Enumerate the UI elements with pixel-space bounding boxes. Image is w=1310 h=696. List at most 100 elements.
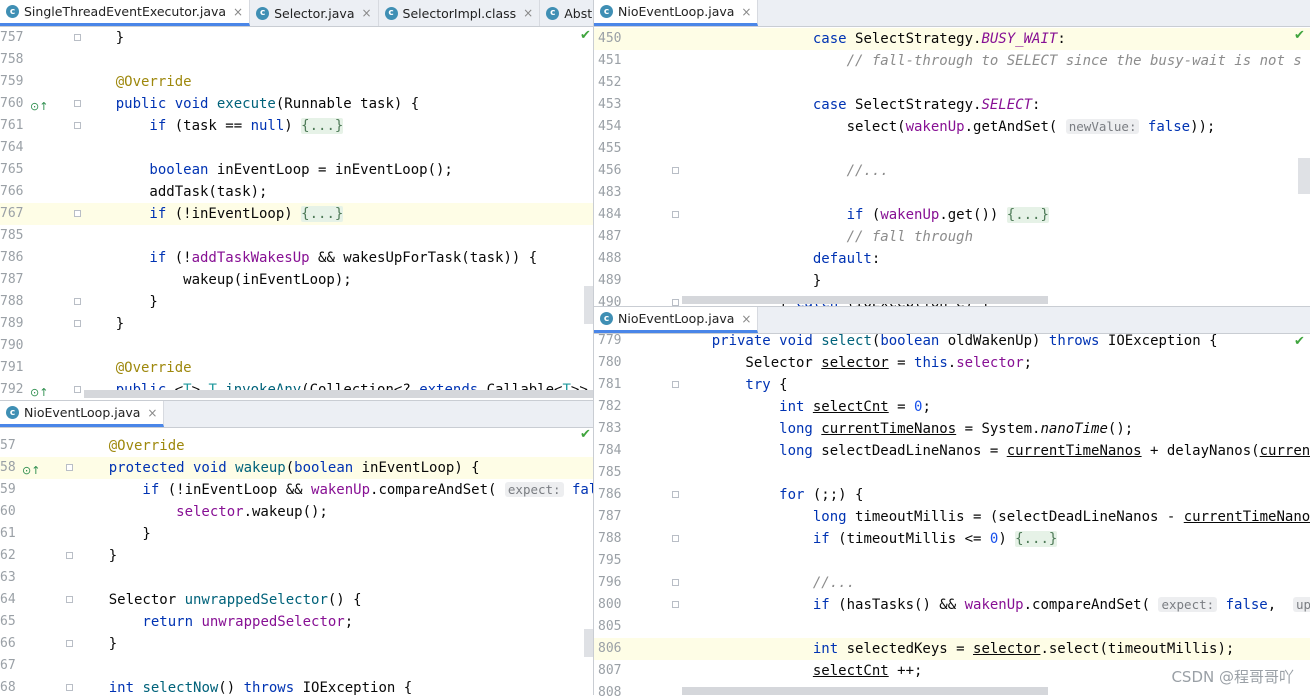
- fold-toggle-icon[interactable]: [66, 464, 73, 471]
- line-number: 765: [0, 162, 24, 177]
- override-gutter-icon[interactable]: ⊙↑: [30, 382, 48, 400]
- fold-toggle-icon[interactable]: [74, 320, 81, 327]
- fold-toggle-icon[interactable]: [74, 386, 81, 393]
- close-icon[interactable]: ×: [147, 406, 157, 420]
- code-line[interactable]: 67: [0, 655, 593, 677]
- code-line[interactable]: 766 addTask(task);: [0, 181, 593, 203]
- code-line[interactable]: 455: [594, 138, 1310, 160]
- code-line[interactable]: 454 select(wakenUp.getAndSet( newValue: …: [594, 116, 1310, 138]
- code-line[interactable]: 767 if (!inEventLoop) {...}: [0, 203, 593, 225]
- code-line[interactable]: 453 case SelectStrategy.SELECT:: [594, 94, 1310, 116]
- code-line[interactable]: 64 Selector unwrappedSelector() {: [0, 589, 593, 611]
- code-line[interactable]: 764: [0, 137, 593, 159]
- fold-toggle-icon[interactable]: [66, 640, 73, 647]
- close-icon[interactable]: ×: [233, 5, 243, 19]
- code-line[interactable]: 795: [594, 550, 1310, 572]
- code-token: unwrappedSelector: [184, 592, 328, 608]
- editor-tab[interactable]: c Abstra: [540, 0, 593, 26]
- code-line[interactable]: 68 int selectNow() throws IOException {: [0, 677, 593, 696]
- code-text: try {: [678, 374, 787, 396]
- code-line[interactable]: 60 selector.wakeup();: [0, 501, 593, 523]
- editor-tab[interactable]: c SelectorImpl.class ×: [379, 0, 541, 26]
- code-line[interactable]: 787 wakeup(inEventLoop);: [0, 269, 593, 291]
- code-line[interactable]: 782 int selectCnt = 0;: [594, 396, 1310, 418]
- close-icon[interactable]: ×: [741, 5, 751, 19]
- code-line[interactable]: 783 long currentTimeNanos = System.nanoT…: [594, 418, 1310, 440]
- code-line[interactable]: 765 boolean inEventLoop = inEventLoop();: [0, 159, 593, 181]
- code-line[interactable]: 784 long selectDeadLineNanos = currentTi…: [594, 440, 1310, 462]
- fold-toggle-icon[interactable]: [66, 684, 73, 691]
- code-line[interactable]: 58 ⊙↑ protected void wakeup(boolean inEve…: [0, 457, 593, 479]
- code-line[interactable]: 489 }: [594, 270, 1310, 292]
- code-line[interactable]: 786 if (!addTaskWakesUp && wakesUpForTas…: [0, 247, 593, 269]
- code-line[interactable]: 66 }: [0, 633, 593, 655]
- folded-region[interactable]: {...}: [301, 206, 344, 222]
- fold-toggle-icon[interactable]: [74, 100, 81, 107]
- code-line[interactable]: 796 //...: [594, 572, 1310, 594]
- code-line[interactable]: 785: [594, 462, 1310, 484]
- code-line[interactable]: 57 @Override: [0, 435, 593, 457]
- editor-tab[interactable]: c Selector.java ×: [250, 0, 379, 26]
- code-line[interactable]: 787 long timeoutMillis = (selectDeadLine…: [594, 506, 1310, 528]
- code-line[interactable]: 488 default:: [594, 248, 1310, 270]
- close-icon[interactable]: ×: [361, 6, 371, 20]
- code-line[interactable]: 781 try {: [594, 374, 1310, 396]
- vertical-scrollbar[interactable]: [1298, 158, 1310, 194]
- code-text: if (wakenUp.get()) {...}: [678, 204, 1049, 226]
- vertical-scrollbar[interactable]: [584, 629, 593, 657]
- horizontal-scrollbar[interactable]: [84, 390, 593, 398]
- horizontal-scrollbar[interactable]: [682, 687, 1048, 695]
- code-line[interactable]: 790: [0, 335, 593, 357]
- code-line[interactable]: 805: [594, 616, 1310, 638]
- code-area[interactable]: 450 case SelectStrategy.BUSY_WAIT: 451 //…: [594, 28, 1310, 306]
- code-line[interactable]: 483: [594, 182, 1310, 204]
- code-line[interactable]: 59 if (!inEventLoop && wakenUp.compareAn…: [0, 479, 593, 501]
- code-line[interactable]: 451 // fall-through to SELECT since the …: [594, 50, 1310, 72]
- tab-label: SelectorImpl.class: [402, 5, 517, 21]
- code-line[interactable]: 785: [0, 225, 593, 247]
- fold-toggle-icon[interactable]: [74, 34, 81, 41]
- code-line[interactable]: 788 }: [0, 291, 593, 313]
- editor-tab[interactable]: c SingleThreadEventExecutor.java ×: [0, 0, 251, 26]
- code-line[interactable]: 760 ⊙↑ public void execute(Runnable task)…: [0, 93, 593, 115]
- code-line[interactable]: 62 }: [0, 545, 593, 567]
- code-line[interactable]: 759 @Override: [0, 71, 593, 93]
- code-area[interactable]: 779 private void select(boolean oldWaken…: [594, 330, 1310, 696]
- vertical-scrollbar[interactable]: [584, 286, 593, 324]
- code-area[interactable]: 57 @Override 58 ⊙↑ protected void wakeup(b…: [0, 435, 593, 696]
- fold-toggle-icon[interactable]: [74, 298, 81, 305]
- code-line[interactable]: 487 // fall through: [594, 226, 1310, 248]
- editor-tab[interactable]: c NioEventLoop.java ×: [0, 401, 165, 427]
- code-line[interactable]: 456 //...: [594, 160, 1310, 182]
- code-line[interactable]: 786 for (;;) {: [594, 484, 1310, 506]
- code-line[interactable]: 791 @Override: [0, 357, 593, 379]
- code-line[interactable]: 788 if (timeoutMillis <= 0) {...}: [594, 528, 1310, 550]
- code-line[interactable]: 789 }: [0, 313, 593, 335]
- code-line[interactable]: 800 if (hasTasks() && wakenUp.compareAnd…: [594, 594, 1310, 616]
- close-icon[interactable]: ×: [741, 312, 751, 326]
- horizontal-scrollbar[interactable]: [682, 296, 1048, 304]
- fold-toggle-icon[interactable]: [74, 122, 81, 129]
- editor-tab[interactable]: c NioEventLoop.java ×: [594, 0, 759, 26]
- fold-toggle-icon[interactable]: [66, 596, 73, 603]
- code-line[interactable]: 779 private void select(boolean oldWaken…: [594, 330, 1310, 352]
- code-line[interactable]: 452: [594, 72, 1310, 94]
- code-line[interactable]: 450 case SelectStrategy.BUSY_WAIT:: [594, 28, 1310, 50]
- fold-toggle-icon[interactable]: [66, 552, 73, 559]
- folded-region[interactable]: {...}: [1006, 207, 1049, 223]
- folded-region[interactable]: {...}: [1015, 531, 1058, 547]
- code-line[interactable]: 61 }: [0, 523, 593, 545]
- close-icon[interactable]: ×: [523, 6, 533, 20]
- code-line[interactable]: 780 Selector selector = this.selector;: [594, 352, 1310, 374]
- code-line[interactable]: 63: [0, 567, 593, 589]
- code-line[interactable]: 761 if (task == null) {...}: [0, 115, 593, 137]
- fold-toggle-icon[interactable]: [74, 210, 81, 217]
- code-line[interactable]: 484 if (wakenUp.get()) {...}: [594, 204, 1310, 226]
- folded-region[interactable]: {...}: [301, 118, 344, 134]
- code-text: @Override: [82, 71, 192, 93]
- code-line[interactable]: 65 return unwrappedSelector;: [0, 611, 593, 633]
- code-line[interactable]: 757 }: [0, 27, 593, 49]
- code-area[interactable]: 757 } 758 759 @Override 760 ⊙↑ public void e…: [0, 27, 593, 400]
- code-line[interactable]: 806 int selectedKeys = selector.select(t…: [594, 638, 1310, 660]
- code-line[interactable]: 758: [0, 49, 593, 71]
